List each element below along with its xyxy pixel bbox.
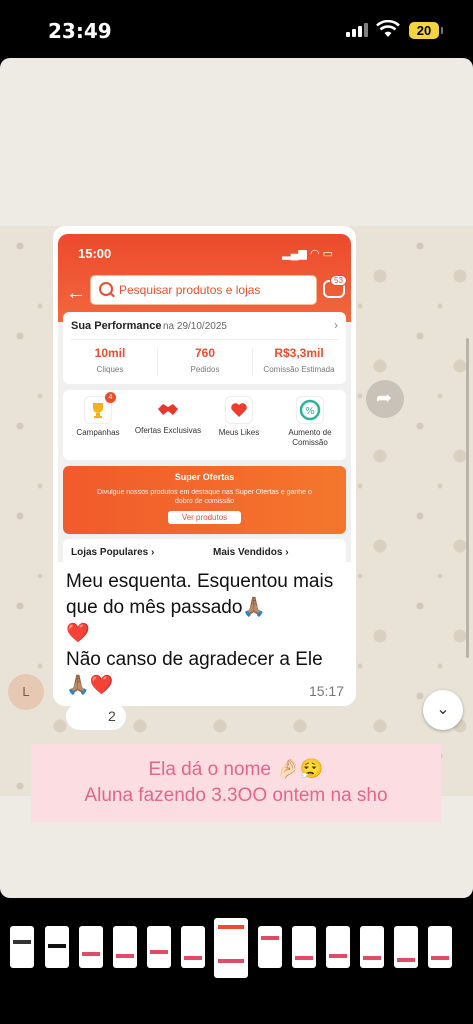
story-thumbnail-active[interactable]	[214, 918, 248, 978]
story-card: 15:00 ▂▄▆ ◠ ▭ ← Pesquisar produtos e loj…	[0, 58, 473, 898]
caption-line: Aluna fazendo 3.3OO ontem na sho	[84, 785, 388, 806]
stat-orders: 760 Pedidos	[158, 346, 252, 374]
percent-icon: %	[296, 396, 324, 424]
tab-popular-stores: Lojas Populares ›	[71, 547, 155, 558]
handshake-icon	[155, 396, 181, 422]
stat-value: 760	[194, 346, 216, 360]
story-thumbnail[interactable]	[360, 926, 384, 968]
performance-title: Sua Performance	[71, 320, 162, 332]
super-offers-banner: Super Ofertas Divulgue nossos produtos e…	[63, 466, 346, 534]
heart-icon	[225, 396, 253, 424]
story-caption: Ela dá o nome 🤌🏻😮‍💨 Aluna fazendo 3.3OO …	[31, 744, 441, 822]
category-label: Meus Likes	[218, 428, 260, 437]
signal-icon	[346, 23, 370, 37]
category-grid: 4 Campanhas Ofertas Exclusivas Meus Like…	[63, 390, 346, 460]
search-icon	[99, 282, 113, 296]
story-thumbnail[interactable]	[181, 926, 205, 968]
avatar[interactable]: L	[8, 674, 44, 710]
super-offers-description: Divulgue nossos produtos em destaque nas…	[97, 489, 312, 505]
message-line: ❤️	[66, 623, 90, 644]
divider	[71, 339, 338, 340]
stat-label: Comissão Estimada	[263, 365, 335, 374]
reaction-pill[interactable]: 2	[66, 703, 126, 730]
store-tabs: Lojas Populares › Mais Vendidos ›	[63, 539, 346, 562]
tab-best-sellers: Mais Vendidos ›	[213, 547, 289, 558]
stat-value: R$3,3mil	[274, 346, 324, 360]
search-placeholder: Pesquisar produtos e lojas	[119, 283, 261, 297]
screenshot-header: 15:00 ▂▄▆ ◠ ▭ ← Pesquisar produtos e loj…	[58, 234, 351, 322]
search-input: Pesquisar produtos e lojas	[90, 275, 317, 305]
story-thumbnail[interactable]	[292, 926, 316, 968]
story-thumbnail[interactable]	[113, 926, 137, 968]
wifi-icon	[376, 20, 400, 37]
category-label: Campanhas	[76, 428, 120, 437]
forward-button[interactable]	[366, 380, 404, 418]
super-offers-title: Super Ofertas	[174, 472, 235, 482]
view-products-button: Ver produtos	[167, 511, 242, 524]
stat-value: 10mil	[94, 346, 126, 360]
stat-clicks: 10mil Cliques	[63, 346, 157, 374]
chat-badge: 53	[330, 275, 347, 286]
story-thumbnail[interactable]	[428, 926, 452, 968]
stat-commission: R$3,3mil Comissão Estimada	[252, 346, 346, 374]
message-timestamp: 15:17	[308, 683, 344, 699]
caption-line: Ela dá o nome 🤌🏻😮‍💨	[148, 759, 324, 780]
back-arrow-icon: ←	[66, 282, 86, 304]
story-thumbnail[interactable]	[147, 926, 171, 968]
screenshot-status-icons: ▂▄▆ ◠ ▭	[282, 248, 333, 260]
category-campaigns: 4 Campanhas	[63, 392, 133, 438]
story-thumbnail-strip[interactable]	[0, 918, 473, 978]
chevron-right-icon: ›	[334, 318, 338, 332]
performance-date: na 29/10/2025	[163, 321, 227, 332]
status-time: 23:49	[48, 19, 112, 43]
screenshot-time: 15:00	[78, 246, 112, 261]
app-screenshot[interactable]: 15:00 ▂▄▆ ◠ ▭ ← Pesquisar produtos e loj…	[58, 234, 351, 562]
status-bar: 23:49 20	[0, 0, 473, 58]
reaction-count: 2	[108, 708, 116, 724]
story-thumbnail[interactable]	[10, 926, 34, 968]
scrollbar[interactable]	[466, 338, 469, 658]
story-thumbnail[interactable]	[258, 926, 282, 968]
message-line: Meu esquenta. Esquentou mais que do mês …	[66, 571, 334, 618]
trophy-icon: 4	[84, 392, 116, 424]
scroll-down-button[interactable]: ⌄	[423, 690, 463, 730]
message-bubble: 15:00 ▂▄▆ ◠ ▭ ← Pesquisar produtos e loj…	[53, 226, 356, 706]
category-exclusive-offers: Ofertas Exclusivas	[133, 396, 203, 436]
story-thumbnail[interactable]	[394, 926, 418, 968]
svg-text:%: %	[305, 406, 315, 417]
battery-icon: 20	[409, 22, 443, 39]
category-label: Aumento de Comissão	[288, 428, 332, 447]
tab-label: Lojas Populares	[71, 547, 149, 558]
category-badge: 4	[105, 392, 116, 403]
category-commission-boost: % Aumento de Comissão	[275, 396, 345, 448]
message-line: Não canso de agradecer a Ele	[66, 649, 323, 670]
story-thumbnail[interactable]	[45, 926, 69, 968]
performance-card: Sua Performance na 29/10/2025 › 10mil Cl…	[63, 312, 346, 384]
tab-label: Mais Vendidos	[213, 547, 283, 558]
stat-label: Pedidos	[190, 365, 220, 374]
category-label: Ofertas Exclusivas	[134, 426, 202, 435]
category-my-likes: Meus Likes	[204, 396, 274, 438]
message-text: Meu esquenta. Esquentou mais que do mês …	[66, 569, 351, 699]
stat-label: Cliques	[96, 365, 124, 374]
story-thumbnail[interactable]	[79, 926, 103, 968]
story-thumbnail[interactable]	[326, 926, 350, 968]
